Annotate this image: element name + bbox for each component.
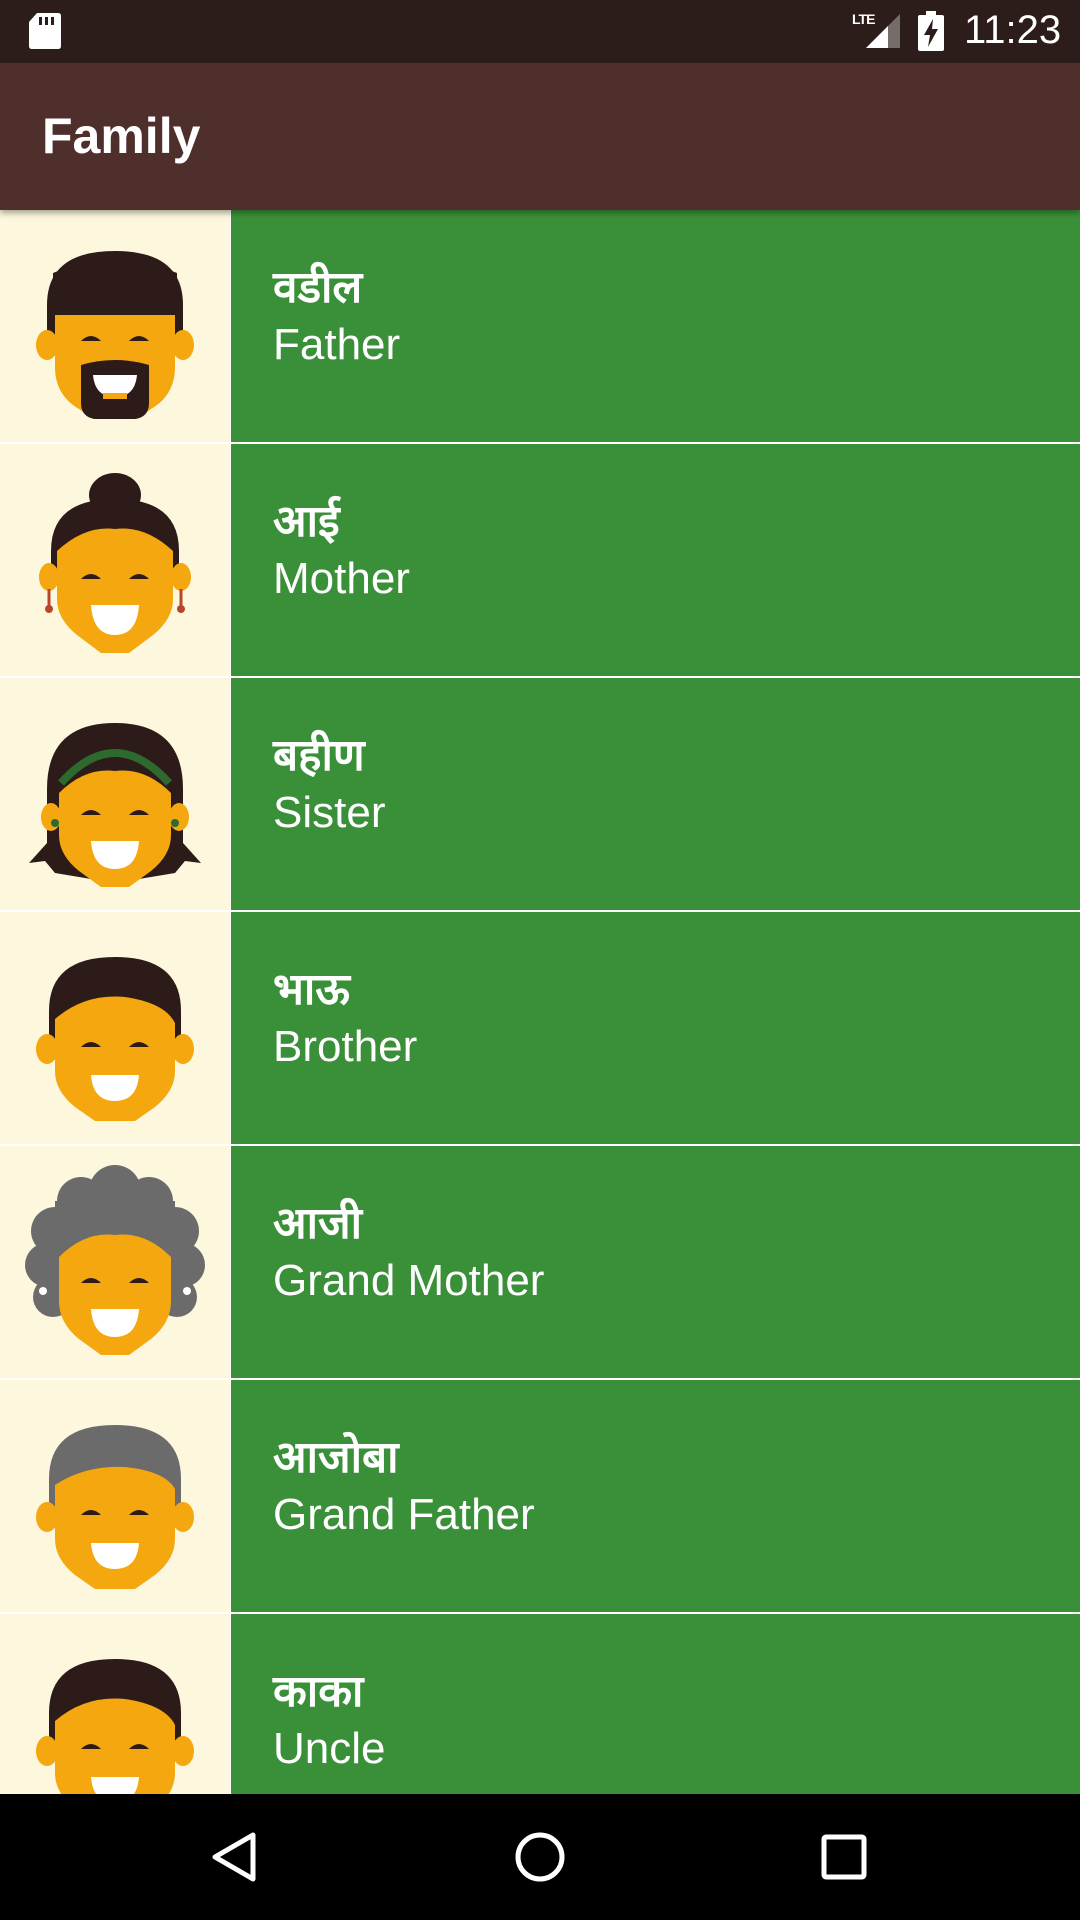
grandmother-avatar-icon — [25, 1165, 205, 1355]
marathi-word: आई — [273, 496, 340, 547]
list-item-brother[interactable]: भाऊ Brother — [0, 912, 1080, 1144]
marathi-word: आजोबा — [273, 1432, 399, 1483]
status-bar: LTE 11:23 — [0, 0, 1080, 63]
avatar-cell — [0, 912, 230, 1144]
marathi-word: वडील — [273, 262, 363, 313]
marathi-word: बहीण — [273, 730, 365, 781]
english-word: Grand Father — [273, 1490, 535, 1539]
avatar-cell — [0, 1146, 230, 1378]
sd-card-icon — [29, 13, 61, 49]
marathi-word: काका — [273, 1666, 364, 1717]
brother-avatar-icon — [36, 957, 194, 1121]
word-cell[interactable]: बहीण Sister — [231, 678, 1080, 910]
grandfather-avatar-icon — [36, 1425, 194, 1589]
cell-signal-icon — [866, 14, 900, 48]
marathi-word: आजी — [273, 1198, 363, 1249]
avatar-cell — [0, 1380, 230, 1612]
avatar-cell — [0, 444, 230, 676]
navigation-bar — [0, 1794, 1080, 1920]
father-avatar-icon — [36, 251, 194, 419]
status-time: 11:23 — [964, 8, 1062, 52]
battery-charging-icon — [918, 11, 944, 51]
english-word: Mother — [273, 554, 410, 603]
marathi-word: भाऊ — [273, 964, 350, 1015]
english-word: Grand Mother — [273, 1256, 545, 1305]
back-icon[interactable] — [205, 1827, 265, 1887]
sister-avatar-icon — [29, 723, 201, 887]
word-cell[interactable]: भाऊ Brother — [231, 912, 1080, 1144]
list-item-mother[interactable]: आई Mother — [0, 444, 1080, 676]
english-word: Father — [273, 320, 401, 369]
word-cell[interactable]: काका Uncle — [231, 1614, 1080, 1794]
page-title: Family — [42, 108, 201, 164]
list-item-grandfather[interactable]: आजोबा Grand Father — [0, 1380, 1080, 1612]
family-word-list[interactable]: वडील Father आई Mother बहीण Sister भाऊ Br… — [0, 210, 1080, 1794]
avatar-cell — [0, 1614, 230, 1794]
word-cell[interactable]: आजी Grand Mother — [231, 1146, 1080, 1378]
word-cell[interactable]: आजोबा Grand Father — [231, 1380, 1080, 1612]
list-item-sister[interactable]: बहीण Sister — [0, 678, 1080, 910]
english-word: Brother — [273, 1022, 418, 1071]
app-bar: Family — [0, 63, 1080, 210]
english-word: Sister — [273, 788, 386, 837]
list-item-uncle[interactable]: काका Uncle — [0, 1614, 1080, 1794]
list-item-grandmother[interactable]: आजी Grand Mother — [0, 1146, 1080, 1378]
uncle-avatar-icon — [36, 1659, 194, 1794]
list-item-father[interactable]: वडील Father — [0, 210, 1080, 442]
avatar-cell — [0, 678, 230, 910]
home-icon[interactable] — [510, 1827, 570, 1887]
avatar-cell — [0, 210, 230, 442]
word-cell[interactable]: आई Mother — [231, 444, 1080, 676]
recents-icon[interactable] — [814, 1827, 874, 1887]
mother-avatar-icon — [39, 473, 191, 653]
english-word: Uncle — [273, 1724, 386, 1773]
word-cell[interactable]: वडील Father — [231, 210, 1080, 442]
